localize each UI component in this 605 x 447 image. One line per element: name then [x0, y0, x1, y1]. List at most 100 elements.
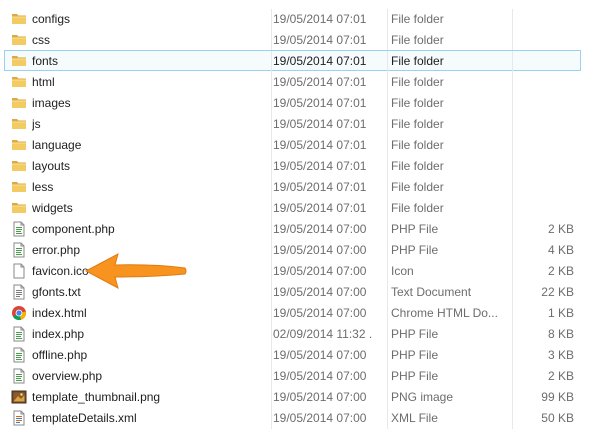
column-divider: [387, 135, 388, 156]
column-divider: [512, 93, 513, 114]
file-date-modified: 19/05/2014 07:00: [273, 348, 367, 362]
file-row[interactable]: widgets 19/05/2014 07:01 File folder: [4, 197, 581, 219]
file-type: Text Document: [391, 285, 472, 299]
file-type: File folder: [391, 159, 444, 173]
folder-icon: [11, 156, 27, 177]
file-row[interactable]: js 19/05/2014 07:01 File folder: [4, 113, 581, 135]
column-divider: [271, 282, 272, 303]
folder-icon: [11, 93, 27, 114]
file-row[interactable]: fonts 19/05/2014 07:01 File folder: [4, 50, 581, 72]
file-row[interactable]: language 19/05/2014 07:01 File folder: [4, 134, 581, 156]
column-divider: [512, 282, 513, 303]
file-list: configs 19/05/2014 07:01 File folder css 19/…: [0, 8, 605, 429]
column-divider: [387, 9, 388, 30]
column-divider: [512, 303, 513, 324]
file-date-modified: 19/05/2014 07:00: [273, 306, 367, 320]
file-row[interactable]: component.php 19/05/2014 07:00 PHP File 2 K…: [4, 218, 581, 240]
file-type: File folder: [391, 138, 444, 152]
file-row[interactable]: templateDetails.xml 19/05/2014 07:00 XML F…: [4, 407, 581, 429]
php-file-icon: [11, 219, 27, 240]
column-divider: [512, 177, 513, 198]
file-date-modified: 19/05/2014 07:00: [273, 285, 367, 299]
file-row[interactable]: layouts 19/05/2014 07:01 File folder: [4, 155, 581, 177]
folder-icon: [11, 177, 27, 198]
column-divider: [512, 114, 513, 135]
column-divider: [271, 9, 272, 30]
file-row[interactable]: offline.php 19/05/2014 07:00 PHP File 3 KB: [4, 344, 581, 366]
column-divider: [271, 324, 272, 345]
file-date-modified: 19/05/2014 07:01: [273, 159, 367, 173]
file-row[interactable]: html 19/05/2014 07:01 File folder: [4, 71, 581, 93]
file-row[interactable]: images 19/05/2014 07:01 File folder: [4, 92, 581, 114]
file-date-modified: 19/05/2014 07:01: [273, 138, 367, 152]
column-divider: [512, 324, 513, 345]
column-divider: [271, 303, 272, 324]
file-row[interactable]: index.html 19/05/2014 07:00 Chrome HTML Do…: [4, 302, 581, 324]
file-row[interactable]: css 19/05/2014 07:01 File folder: [4, 29, 581, 51]
folder-icon: [11, 72, 27, 93]
column-divider: [271, 156, 272, 177]
file-name: overview.php: [32, 369, 103, 383]
column-divider: [271, 240, 272, 261]
file-name: js: [32, 117, 41, 131]
file-date-modified: 19/05/2014 07:00: [273, 411, 367, 425]
column-divider: [387, 366, 388, 387]
column-divider: [271, 345, 272, 366]
folder-icon: [11, 198, 27, 219]
file-date-modified: 19/05/2014 07:01: [273, 75, 367, 89]
file-row[interactable]: overview.php 19/05/2014 07:00 PHP File 2 KB: [4, 365, 581, 387]
column-divider: [512, 156, 513, 177]
column-divider: [387, 198, 388, 219]
column-divider: [271, 51, 272, 72]
column-divider: [387, 30, 388, 51]
file-date-modified: 19/05/2014 07:00: [273, 222, 367, 236]
column-divider: [271, 135, 272, 156]
file-name: offline.php: [32, 348, 88, 362]
column-divider: [387, 324, 388, 345]
column-divider: [387, 261, 388, 282]
file-name: component.php: [32, 222, 115, 236]
column-divider: [387, 282, 388, 303]
column-divider: [512, 345, 513, 366]
column-divider: [387, 345, 388, 366]
php-file-icon: [11, 345, 27, 366]
file-row[interactable]: template_thumbnail.png 19/05/2014 07:00 PN…: [4, 386, 581, 408]
file-size: 2 KB: [547, 264, 574, 278]
file-size: 2 KB: [547, 222, 574, 236]
file-type: XML File: [391, 411, 438, 425]
file-row[interactable]: index.php 02/09/2014 11:32 ... PHP File 8 K…: [4, 323, 581, 345]
column-divider: [271, 408, 272, 429]
file-name: widgets: [32, 201, 73, 215]
file-type: PNG image: [391, 390, 454, 404]
column-divider: [387, 387, 388, 408]
file-type: File folder: [391, 75, 444, 89]
column-divider: [512, 219, 513, 240]
file-date-modified: 19/05/2014 07:00: [273, 369, 367, 383]
file-type: File folder: [391, 12, 444, 26]
file-date-modified: 19/05/2014 07:01: [273, 201, 367, 215]
folder-icon: [11, 135, 27, 156]
column-divider: [512, 261, 513, 282]
file-row[interactable]: less 19/05/2014 07:01 File folder: [4, 176, 581, 198]
folder-icon: [11, 9, 27, 30]
file-name: images: [32, 96, 71, 110]
file-type: File folder: [391, 201, 444, 215]
column-divider: [512, 72, 513, 93]
chrome-icon: [11, 303, 27, 324]
column-divider: [512, 408, 513, 429]
file-date-modified: 19/05/2014 07:00: [273, 264, 367, 278]
text-file-icon: [11, 282, 27, 303]
php-file-icon: [11, 240, 27, 261]
php-file-icon: [11, 324, 27, 345]
column-divider: [271, 261, 272, 282]
file-name: template_thumbnail.png: [32, 390, 161, 404]
file-date-modified: 19/05/2014 07:01: [273, 33, 367, 47]
file-row[interactable]: configs 19/05/2014 07:01 File folder: [4, 8, 581, 30]
file-type: File folder: [391, 117, 444, 131]
column-divider: [387, 177, 388, 198]
file-name: html: [32, 75, 55, 89]
column-divider: [512, 135, 513, 156]
column-divider: [271, 177, 272, 198]
file-date-modified: 19/05/2014 07:01: [273, 12, 367, 26]
column-divider: [387, 93, 388, 114]
